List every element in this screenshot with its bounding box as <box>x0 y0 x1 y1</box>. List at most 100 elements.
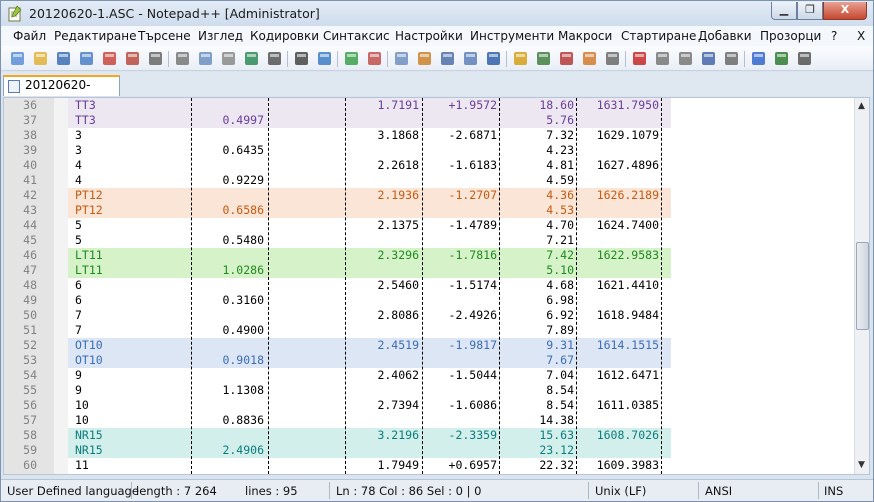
editor-line[interactable]: 39 3 0.6435 4.23 <box>4 143 854 158</box>
editor-line[interactable]: 41 4 0.9229 4.59 <box>4 173 854 188</box>
editor-line[interactable]: 36 TT3 1.7191 +1.9572 18.60 1631.7950 <box>4 98 854 113</box>
editor-line[interactable]: 56 10 2.7394 -1.6086 8.54 1611.0385 <box>4 398 854 413</box>
sync-v-icon[interactable] <box>393 50 410 67</box>
close-document-button[interactable]: X <box>857 29 865 43</box>
print-icon[interactable] <box>147 50 164 67</box>
editor-line[interactable]: 45 5 0.5480 7.21 <box>4 233 854 248</box>
editor-line[interactable]: 55 9 1.1308 8.54 <box>4 383 854 398</box>
editor-line[interactable]: 52 OT10 2.4519 -1.9817 9.31 1614.1515 <box>4 338 854 353</box>
minimize-button[interactable]: ▁ <box>771 2 797 20</box>
save-macro-icon[interactable] <box>723 50 740 67</box>
editor-line[interactable]: 59 NR15 2.4906 23.12 <box>4 443 854 458</box>
play-macro-icon[interactable] <box>677 50 694 67</box>
editor-line[interactable]: 42 PT12 2.1936 -1.2707 4.36 1626.2189 <box>4 188 854 203</box>
editor-line[interactable]: 53 OT10 0.9018 7.67 <box>4 353 854 368</box>
user-lang-icon[interactable] <box>512 50 529 67</box>
menu-language[interactable]: Синтаксис <box>323 29 390 43</box>
menu-macro[interactable]: Макроси <box>558 29 612 43</box>
function-list-icon[interactable] <box>558 50 575 67</box>
editor-line[interactable]: 60 11 1.7949 +0.6957 22.32 1609.3983 <box>4 458 854 473</box>
editor-line[interactable]: 57 10 0.8836 14.38 <box>4 413 854 428</box>
line-number: 52 <box>23 338 37 352</box>
zoom-out-icon[interactable] <box>366 50 383 67</box>
editor-line[interactable]: 51 7 0.4900 7.89 <box>4 323 854 338</box>
line-highlight <box>68 353 671 368</box>
indent-guide-icon[interactable] <box>485 50 502 67</box>
sync-h-icon[interactable] <box>416 50 433 67</box>
record-macro-icon[interactable] <box>631 50 648 67</box>
editor-line[interactable]: 37 TT3 0.4997 5.76 <box>4 113 854 128</box>
cell-c1: 3 <box>75 128 82 142</box>
stop-macro-icon[interactable] <box>654 50 671 67</box>
cell-c6: 1609.3983 <box>596 458 659 472</box>
close-all-icon[interactable] <box>124 50 141 67</box>
copy-icon[interactable] <box>197 50 214 67</box>
open-file-icon[interactable] <box>32 50 49 67</box>
save-icon[interactable] <box>55 50 72 67</box>
menu-tools[interactable]: Инструменти <box>470 29 554 43</box>
menu-search[interactable]: Търсене <box>138 29 191 43</box>
editor-line[interactable]: 43 PT12 0.6586 4.53 <box>4 203 854 218</box>
cell-c6: 1631.7950 <box>596 98 659 112</box>
menu-file[interactable]: Файл <box>13 29 46 43</box>
menu-encoding[interactable]: Кодировки <box>250 29 319 43</box>
line-number: 39 <box>23 143 37 157</box>
cell-c5: 6.92 <box>546 308 574 322</box>
redo-icon[interactable] <box>266 50 283 67</box>
maximize-button[interactable]: ❐ <box>797 2 823 20</box>
show-all-chars-icon[interactable] <box>462 50 479 67</box>
editor-line[interactable]: 38 3 3.1868 -2.6871 7.32 1629.1079 <box>4 128 854 143</box>
cell-c4: -1.6183 <box>448 158 497 172</box>
cell-c5: 4.70 <box>546 218 574 232</box>
menu-settings[interactable]: Настройки <box>395 29 463 43</box>
vertical-scrollbar[interactable]: ▲ ▼ <box>854 98 869 474</box>
cell-c6: 1621.4410 <box>596 278 659 292</box>
notepadpp-window: 20120620-1.ASC - Notepad++ [Administrato… <box>0 0 874 502</box>
editor-line[interactable]: 44 5 2.1375 -1.4789 4.70 1624.7400 <box>4 218 854 233</box>
folder-workspace-icon[interactable] <box>581 50 598 67</box>
editor-line[interactable]: 46 LT11 2.3296 -1.7816 7.42 1622.9583 <box>4 248 854 263</box>
menu-window[interactable]: Прозорци <box>760 29 821 43</box>
title-bar[interactable]: 20120620-1.ASC - Notepad++ [Administrato… <box>1 1 873 26</box>
zoom-in-icon[interactable] <box>343 50 360 67</box>
editor-line[interactable]: 58 NR15 3.2196 -2.3359 15.63 1608.7026 <box>4 428 854 443</box>
line-number: 43 <box>23 203 37 217</box>
scrollbar-thumb[interactable] <box>856 242 869 330</box>
word-wrap-icon[interactable] <box>439 50 456 67</box>
editor-line[interactable]: 49 6 0.3160 6.98 <box>4 293 854 308</box>
more-icon[interactable] <box>796 50 813 67</box>
cell-c5: 7.89 <box>546 323 574 337</box>
editor-line[interactable]: 54 9 2.4062 -1.5044 7.04 1612.6471 <box>4 368 854 383</box>
editor-line[interactable]: 47 LT11 1.0286 5.10 <box>4 263 854 278</box>
editor-line[interactable]: 48 6 2.5460 -1.5174 4.68 1621.4410 <box>4 278 854 293</box>
cell-c2: 0.4997 <box>222 113 264 127</box>
columns-icon[interactable] <box>773 50 790 67</box>
cut-icon[interactable] <box>174 50 191 67</box>
save-all-icon[interactable] <box>78 50 95 67</box>
close-window-button[interactable]: X <box>823 2 867 20</box>
scroll-down-icon[interactable]: ▼ <box>858 460 865 470</box>
menu-plugins[interactable]: Добавки <box>698 29 752 43</box>
replace-icon[interactable] <box>316 50 333 67</box>
doc-map-icon[interactable] <box>535 50 552 67</box>
editor-line[interactable]: 40 4 2.2618 -1.6183 4.81 1627.4896 <box>4 158 854 173</box>
monitor-icon[interactable] <box>604 50 621 67</box>
editor-line[interactable]: 50 7 2.8086 -2.4926 6.92 1618.9484 <box>4 308 854 323</box>
new-file-icon[interactable] <box>9 50 26 67</box>
menu-run[interactable]: Стартиране <box>621 29 696 43</box>
scroll-up-icon[interactable]: ▲ <box>858 101 865 111</box>
cell-c2: 0.9229 <box>222 173 264 187</box>
file-saved-icon <box>8 80 20 93</box>
editor-pane[interactable]: 36 TT3 1.7191 +1.9572 18.60 1631.7950 37 TT3 0.4… <box>3 97 870 475</box>
close-icon[interactable] <box>101 50 118 67</box>
undo-icon[interactable] <box>243 50 260 67</box>
menu-help[interactable]: ? <box>831 29 837 43</box>
run-macro-multiple-icon[interactable] <box>700 50 717 67</box>
find-icon[interactable] <box>293 50 310 67</box>
tab-20120620-1[interactable]: 20120620-1.ASC <box>3 75 120 109</box>
paste-icon[interactable] <box>220 50 237 67</box>
compare-icon[interactable] <box>750 50 767 67</box>
menu-edit[interactable]: Редактиране <box>54 29 137 43</box>
menu-view[interactable]: Изглед <box>198 29 243 43</box>
cell-c1: 5 <box>75 218 82 232</box>
